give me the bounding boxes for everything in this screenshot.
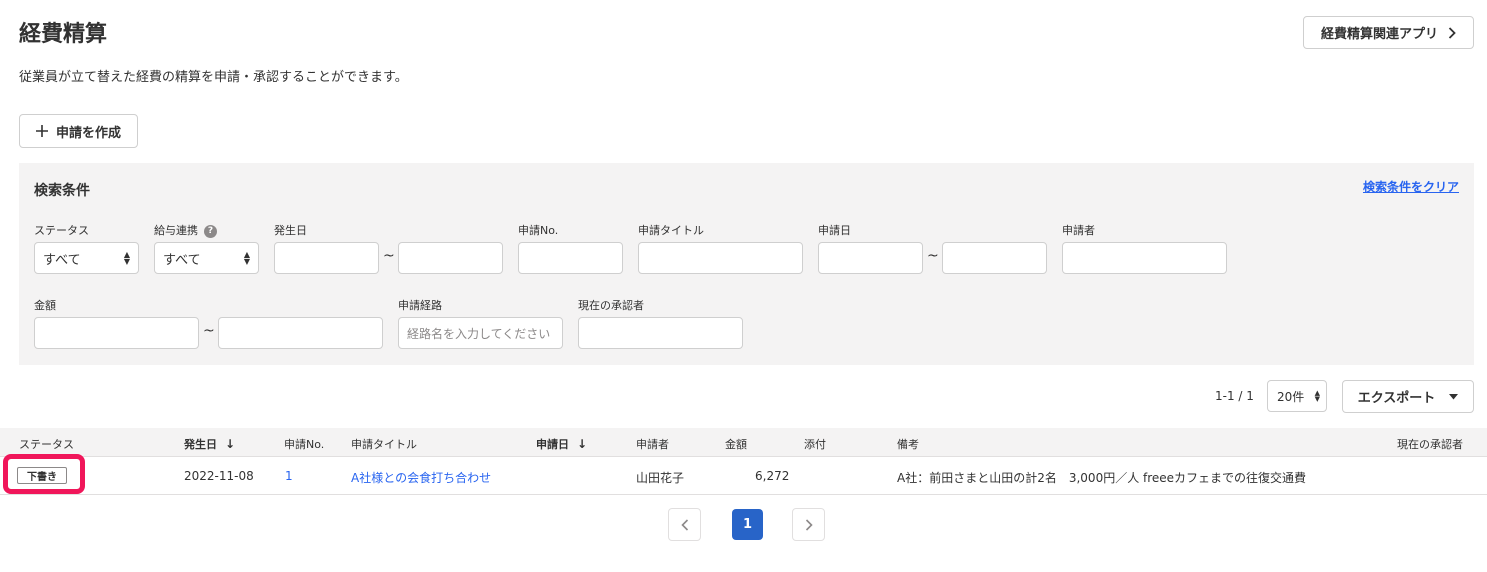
create-application-button[interactable]: 申請を作成: [19, 114, 138, 148]
table-row[interactable]: 下書き 2022-11-08 1 A社様との会食打ち合わせ 山田花子 6,272…: [0, 454, 1487, 495]
header-occurrence-date[interactable]: 発生日 ↓: [184, 436, 235, 452]
pagination-next-button[interactable]: [792, 508, 825, 541]
header-title: 申請タイトル: [351, 438, 417, 451]
caret-down-icon: [1449, 393, 1459, 399]
cell-occurrence-date: 2022-11-08: [184, 469, 254, 483]
application-title-input[interactable]: [638, 242, 803, 274]
status-filter-value: すべて: [43, 252, 81, 268]
status-filter-label: ステータス: [34, 224, 89, 237]
export-button[interactable]: エクスポート: [1342, 380, 1474, 413]
application-date-to-input[interactable]: [942, 242, 1047, 274]
payroll-filter-value: すべて: [163, 252, 201, 268]
payroll-filter-label: 給与連携: [154, 224, 198, 237]
header-application-no: 申請No.: [284, 438, 325, 451]
amount-to-input[interactable]: [218, 317, 383, 349]
table-header: ステータス 発生日 ↓ 申請No. 申請タイトル 申請日 ↓ 申請者 金額 添付 備…: [0, 428, 1487, 457]
cell-remarks: A社：前田さまと山田の計2名 3,000円／人 freeeカフェまでの往復交通費: [897, 471, 1307, 485]
cell-applicant: 山田花子: [636, 471, 685, 485]
result-count: 1-1 / 1: [1215, 389, 1254, 403]
amount-label: 金額: [34, 299, 56, 312]
export-label: エクスポート: [1357, 391, 1436, 406]
status-badge: 下書き: [17, 467, 67, 484]
current-approver-label: 現在の承認者: [578, 299, 644, 312]
search-panel: 検索条件 検索条件をクリア ステータス すべて ▲ ▼ 給与連携? すべて ▲ ▼ …: [19, 163, 1474, 365]
applicant-input[interactable]: [1062, 242, 1227, 274]
applicant-label: 申請者: [1062, 224, 1095, 237]
chevron-right-icon: [805, 518, 813, 531]
application-title-label: 申請タイトル: [638, 224, 704, 237]
header-amount: 金額: [725, 438, 747, 451]
header-remarks: 備考: [897, 438, 919, 451]
header-applicant: 申請者: [636, 438, 669, 451]
payroll-filter-label-wrap: 給与連携?: [154, 222, 217, 238]
select-arrows-icon: ▲ ▼: [243, 250, 250, 266]
chevron-right-icon: [1448, 26, 1456, 39]
select-arrows-icon: ▲ ▼: [1314, 389, 1320, 403]
header-current-approver: 現在の承認者: [1397, 438, 1463, 451]
sort-down-icon: ↓: [577, 437, 588, 451]
occurrence-date-to-input[interactable]: [398, 242, 503, 274]
application-no-input[interactable]: [518, 242, 623, 274]
sort-down-icon: ↓: [225, 437, 236, 451]
select-arrows-icon: ▲ ▼: [123, 250, 130, 266]
cell-title-link[interactable]: A社様との会食打ち合わせ: [351, 469, 491, 486]
application-no-label: 申請No.: [518, 224, 559, 237]
plus-icon: [35, 125, 48, 137]
amount-from-input[interactable]: [34, 317, 199, 349]
application-date-label: 申請日: [818, 224, 851, 237]
occurrence-date-from-input[interactable]: [274, 242, 379, 274]
header-application-date-label: 申請日: [536, 438, 569, 451]
status-filter-select[interactable]: すべて ▲ ▼: [34, 242, 139, 274]
route-label: 申請経路: [398, 299, 442, 312]
application-date-from-input[interactable]: [818, 242, 923, 274]
chevron-left-icon: [680, 518, 688, 531]
create-application-label: 申請を作成: [55, 125, 121, 141]
header-occurrence-date-label: 発生日: [184, 438, 217, 451]
per-page-value: 20件: [1277, 389, 1305, 404]
header-attachment: 添付: [804, 438, 826, 451]
current-approver-input[interactable]: [578, 317, 743, 349]
pagination-current-page[interactable]: 1: [732, 509, 763, 540]
cell-amount: 6,272: [755, 469, 790, 483]
pagination-prev-button[interactable]: [668, 508, 701, 541]
related-apps-label: 経費精算関連アプリ: [1320, 27, 1438, 42]
help-icon[interactable]: ?: [204, 224, 217, 238]
occurrence-date-label: 発生日: [274, 224, 307, 237]
route-placeholder: 経路名を入力してください: [407, 326, 551, 341]
page-description: 従業員が立て替えた経費の精算を申請・承認することができます。: [19, 70, 408, 85]
search-panel-title: 検索条件: [34, 183, 90, 199]
cell-application-no-link[interactable]: 1: [285, 469, 293, 483]
route-input[interactable]: 経路名を入力してください: [398, 317, 563, 349]
clear-search-link[interactable]: 検索条件をクリア: [1363, 178, 1459, 195]
range-separator: ~: [927, 248, 939, 264]
payroll-filter-select[interactable]: すべて ▲ ▼: [154, 242, 259, 274]
related-apps-button[interactable]: 経費精算関連アプリ: [1303, 16, 1474, 49]
range-separator: ~: [203, 323, 215, 339]
header-status: ステータス: [19, 438, 74, 451]
per-page-select[interactable]: 20件 ▲ ▼: [1267, 380, 1327, 412]
range-separator: ~: [383, 248, 395, 264]
header-application-date[interactable]: 申請日 ↓: [536, 436, 587, 452]
page-title: 経費精算: [19, 22, 108, 47]
